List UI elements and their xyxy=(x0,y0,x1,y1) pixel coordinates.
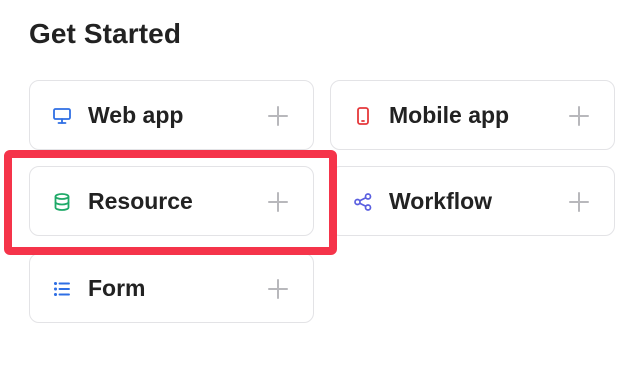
mobile-app-card[interactable]: Mobile app xyxy=(330,80,615,150)
form-label: Form xyxy=(88,275,146,301)
mobile-phone-icon xyxy=(352,105,374,127)
list-icon xyxy=(51,278,73,300)
form-card[interactable]: Form xyxy=(29,253,314,323)
page-title: Get Started xyxy=(29,18,182,49)
monitor-icon xyxy=(51,105,73,127)
workflow-label: Workflow xyxy=(389,188,493,214)
add-mobile-app-plus-icon[interactable] xyxy=(568,105,590,127)
add-web-app-plus-icon[interactable] xyxy=(267,105,289,127)
add-workflow-plus-icon[interactable] xyxy=(568,191,590,213)
web-app-label: Web app xyxy=(88,102,184,128)
add-form-plus-icon[interactable] xyxy=(267,278,289,300)
workflow-card[interactable]: Workflow xyxy=(330,166,615,236)
share-nodes-icon xyxy=(352,191,374,213)
resource-highlight-box xyxy=(4,150,337,255)
web-app-card[interactable]: Web app xyxy=(29,80,314,150)
mobile-app-label: Mobile app xyxy=(389,102,510,128)
